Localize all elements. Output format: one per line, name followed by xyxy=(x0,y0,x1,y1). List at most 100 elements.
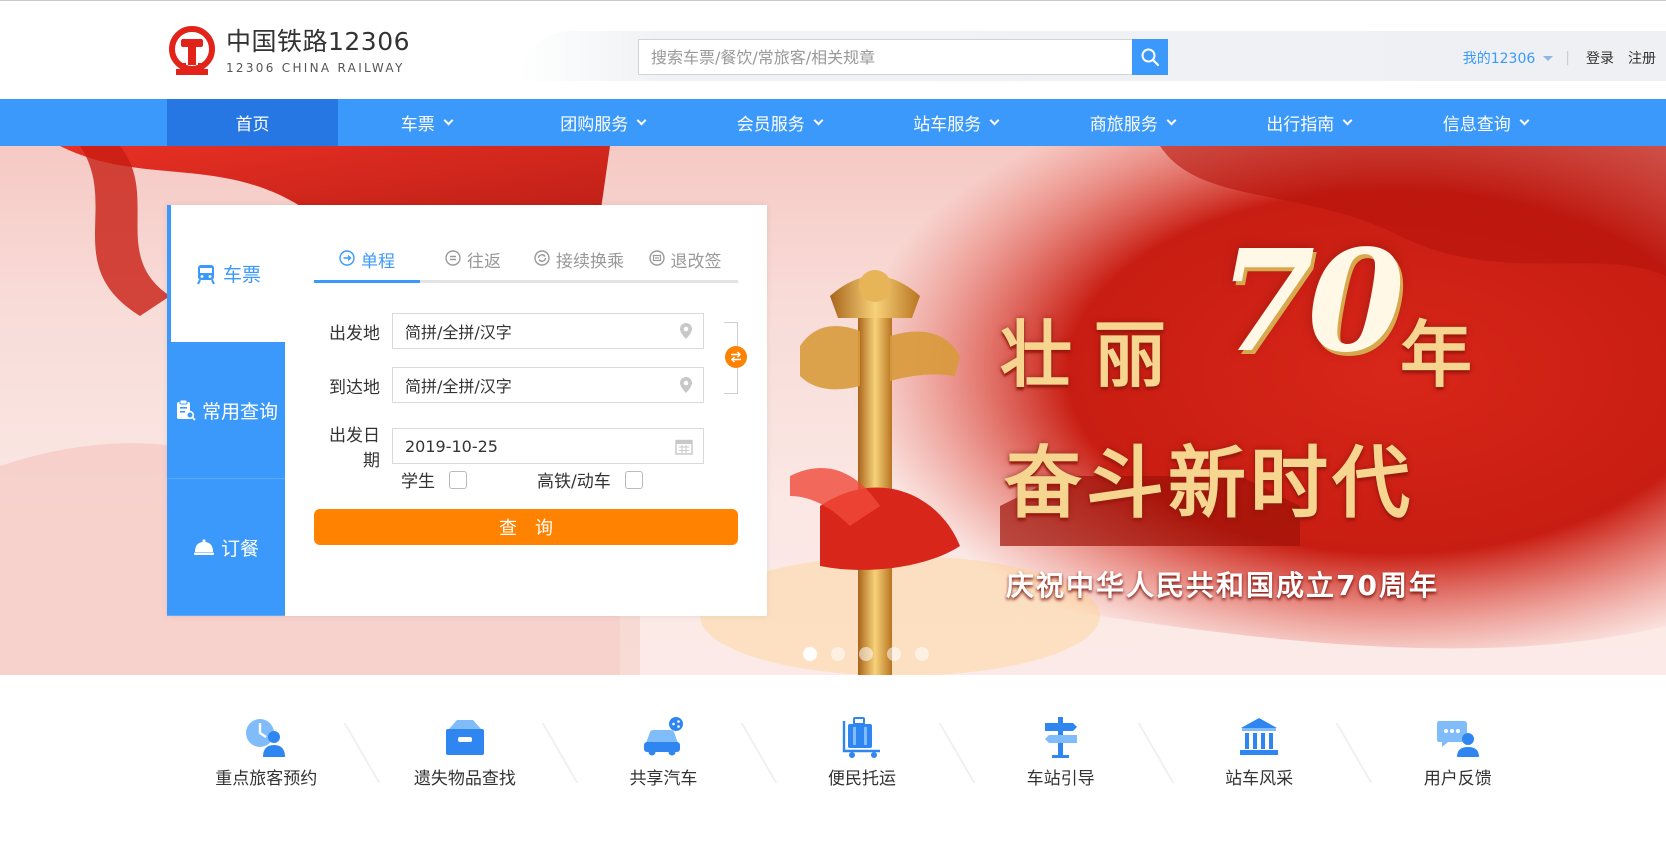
railway-logo-icon xyxy=(169,26,215,75)
top-links: 我的12306 | 登录 注册 xyxy=(1463,48,1656,68)
register-link[interactable]: 注册 xyxy=(1628,48,1656,68)
carousel-dot[interactable] xyxy=(859,647,873,661)
tab-refund-change[interactable]: 退改签 xyxy=(632,247,738,280)
divider: | xyxy=(1565,50,1570,66)
date-label: 出发日期 xyxy=(329,426,380,471)
priority-passenger-icon xyxy=(246,719,286,757)
nav-item-label: 车票 xyxy=(400,115,435,135)
student-label: 学生 xyxy=(401,472,435,492)
clipboard-search-icon xyxy=(176,399,196,421)
train-icon xyxy=(197,264,215,284)
service-shortcuts: 重点旅客预约 遗失物品查找 共享汽车 便民托运 车站引导 站车风采 用户反馈 xyxy=(167,715,1557,795)
departure-date-input[interactable]: 2019-10-25 xyxy=(392,428,704,464)
carousel-dot[interactable] xyxy=(831,647,845,661)
banner-number: 70 xyxy=(1218,220,1405,384)
tab-round-trip[interactable]: 往返 xyxy=(420,247,526,280)
station-building-icon xyxy=(1240,718,1279,755)
banner-headline-line2: 奋斗新时代 xyxy=(1004,438,1415,529)
sidebar-tab-label: 订餐 xyxy=(220,537,259,560)
nav-item-label: 会员服务 xyxy=(736,115,805,135)
chevron-down-icon xyxy=(1166,115,1177,125)
caret-down-icon xyxy=(1543,55,1554,61)
to-station-input[interactable]: 简拼/全拼/汉字 xyxy=(392,367,704,403)
sidebar-tab-label: 常用查询 xyxy=(201,400,278,423)
service-station-guide[interactable]: 车站引导 xyxy=(961,715,1176,795)
chevron-down-icon xyxy=(1519,115,1530,125)
sidebar-tab-food-order[interactable]: 订餐 xyxy=(167,479,285,616)
nav-item-travel-guide[interactable]: 出行指南 xyxy=(1221,99,1398,146)
carousel-dot[interactable] xyxy=(915,647,929,661)
booking-form: 单程 往返 接续换乘 退改签 出发地 简拼/全拼/汉字 到达地 简拼/全拼/汉字… xyxy=(314,205,747,545)
site-search xyxy=(638,39,1168,75)
my-account-menu[interactable]: 我的12306 xyxy=(1463,48,1554,68)
nav-item-group-purchase[interactable]: 团购服务 xyxy=(515,99,692,146)
service-label: 站车风采 xyxy=(1225,769,1294,789)
service-label: 遗失物品查找 xyxy=(413,769,516,789)
swap-stations-button[interactable] xyxy=(725,346,747,368)
lost-found-box-icon xyxy=(445,720,484,755)
calendar-icon xyxy=(675,439,693,455)
tab-label: 往返 xyxy=(467,252,501,272)
tab-label: 退改签 xyxy=(670,252,722,272)
header: 中国铁路12306 12306 CHINA RAILWAY 我的12306 | … xyxy=(0,0,1666,99)
swap-arrows-icon xyxy=(730,351,742,363)
service-consignment[interactable]: 便民托运 xyxy=(763,715,978,795)
service-lost-found[interactable]: 遗失物品查找 xyxy=(366,715,581,795)
trip-type-tabs: 单程 往返 接续换乘 退改签 xyxy=(314,247,738,283)
from-station-input[interactable]: 简拼/全拼/汉字 xyxy=(392,313,704,349)
service-label: 车站引导 xyxy=(1026,769,1095,789)
tab-transfer[interactable]: 接续换乘 xyxy=(526,247,632,280)
nav-item-station-service[interactable]: 站车服务 xyxy=(868,99,1045,146)
highspeed-label: 高铁/动车 xyxy=(537,472,611,492)
chevron-down-icon xyxy=(443,115,454,125)
shared-car-icon xyxy=(644,717,684,756)
carousel-dot[interactable] xyxy=(803,647,817,661)
query-button[interactable]: 查询 xyxy=(314,509,738,545)
service-label: 重点旅客预约 xyxy=(215,769,318,789)
main-nav: 首页 车票 团购服务 会员服务 站车服务 商旅服务 出行指南 信息查询 xyxy=(0,99,1666,146)
nav-item-label: 商旅服务 xyxy=(1089,115,1158,135)
nav-item-label: 出行指南 xyxy=(1266,115,1335,135)
brand-title: 中国铁路12306 xyxy=(226,27,411,56)
service-shared-car[interactable]: 共享汽车 xyxy=(564,715,779,795)
date-row: 出发日期 2019-10-25 xyxy=(314,421,704,471)
service-label: 便民托运 xyxy=(828,769,897,789)
search-input[interactable] xyxy=(638,39,1132,75)
sidebar-tab-common-query[interactable]: 常用查询 xyxy=(167,342,285,479)
service-label: 用户反馈 xyxy=(1423,769,1492,789)
sidebar-tab-label: 车票 xyxy=(222,264,261,286)
from-station-value: 简拼/全拼/汉字 xyxy=(405,323,512,342)
departure-date-value: 2019-10-25 xyxy=(405,436,498,456)
from-label: 出发地 xyxy=(329,323,380,344)
tab-one-way[interactable]: 单程 xyxy=(314,247,420,283)
nav-item-membership[interactable]: 会员服务 xyxy=(691,99,868,146)
sidebar-tab-tickets[interactable]: 车票 xyxy=(167,205,285,342)
login-link[interactable]: 登录 xyxy=(1586,48,1614,68)
booking-panel: 车票 常用查询 订餐 单程 往返 接续换乘 退改签 出发地 简拼/全拼/汉字 到… xyxy=(167,205,767,616)
transfer-circle-icon xyxy=(534,250,550,266)
to-label: 到达地 xyxy=(329,377,380,398)
user-feedback-icon xyxy=(1436,721,1479,757)
carousel-dot[interactable] xyxy=(887,647,901,661)
nav-item-label: 信息查询 xyxy=(1442,115,1511,135)
service-priority-passenger[interactable]: 重点旅客预约 xyxy=(167,715,382,795)
site-logo[interactable]: 中国铁路12306 12306 CHINA RAILWAY xyxy=(166,25,410,81)
highspeed-checkbox[interactable] xyxy=(624,470,643,489)
nav-item-label: 首页 xyxy=(235,115,270,135)
nav-item-business-travel[interactable]: 商旅服务 xyxy=(1044,99,1221,146)
nav-item-home[interactable]: 首页 xyxy=(167,99,338,146)
service-label: 共享汽车 xyxy=(629,769,698,789)
student-checkbox[interactable] xyxy=(449,470,467,489)
tab-label: 接续换乘 xyxy=(556,252,624,272)
arrow-right-circle-icon xyxy=(339,250,355,266)
ticket-circle-icon xyxy=(648,250,665,266)
nav-item-tickets[interactable]: 车票 xyxy=(338,99,515,146)
service-station-showcase[interactable]: 站车风采 xyxy=(1160,715,1375,795)
booking-sidebar: 车票 常用查询 订餐 xyxy=(167,205,285,616)
my-account-label: 我的12306 xyxy=(1462,51,1536,67)
search-button[interactable] xyxy=(1132,39,1168,75)
service-user-feedback[interactable]: 用户反馈 xyxy=(1358,715,1557,795)
to-row: 到达地 简拼/全拼/汉字 xyxy=(314,367,704,403)
nav-item-info-query[interactable]: 信息查询 xyxy=(1397,99,1574,146)
chevron-down-icon xyxy=(813,115,824,125)
